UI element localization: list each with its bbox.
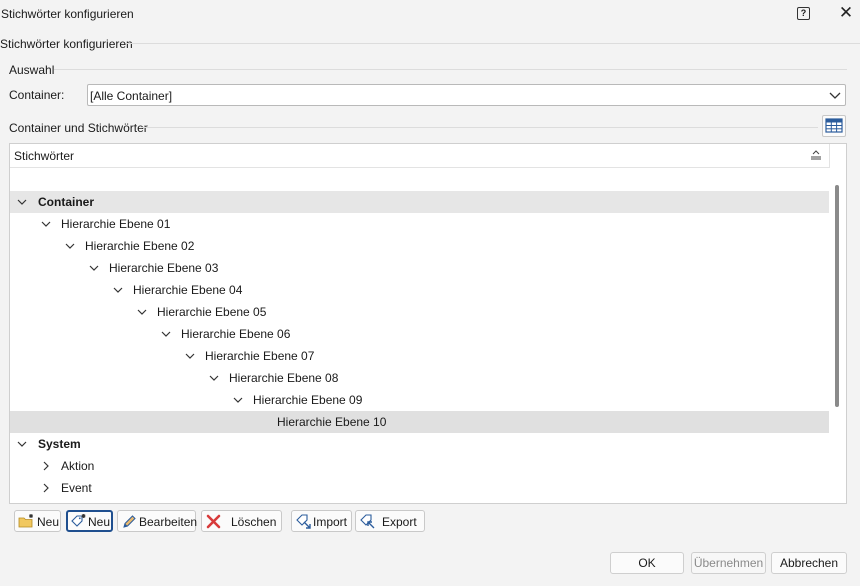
new-folder-icon — [18, 514, 33, 528]
export-label: Export — [382, 515, 417, 529]
export-button[interactable]: Export — [355, 510, 425, 532]
tree-item-label: Hierarchie Ebene 03 — [109, 261, 219, 275]
chevron-down-icon[interactable] — [183, 349, 197, 363]
tree-item[interactable]: Aktion — [10, 455, 829, 477]
new-tag-icon — [71, 514, 86, 527]
column-chooser-button[interactable] — [822, 115, 846, 137]
export-tag-icon — [360, 514, 375, 529]
tree-header-label: Stichwörter — [14, 149, 75, 163]
tree-group-system[interactable]: System — [10, 433, 829, 455]
tree-item-label: Hierarchie Ebene 07 — [205, 349, 315, 363]
tree-item[interactable]: Hierarchie Ebene 01 — [10, 213, 829, 235]
chevron-down-icon[interactable] — [159, 327, 173, 341]
delete-label: Löschen — [231, 515, 277, 529]
window-title: Stichwörter konfigurieren — [1, 7, 134, 21]
container-select[interactable]: [Alle Container] — [87, 84, 846, 106]
new-container-button[interactable]: Neu — [14, 510, 61, 532]
apply-button[interactable]: Übernehmen — [691, 552, 766, 574]
auswahl-label: Auswahl — [9, 63, 55, 77]
tree-item-label: Hierarchie Ebene 05 — [157, 305, 267, 319]
pencil-icon — [123, 515, 136, 528]
tree-item[interactable]: Hierarchie Ebene 08 — [10, 367, 829, 389]
import-tag-icon — [296, 514, 311, 529]
chevron-down-icon[interactable] — [111, 283, 125, 297]
tree-item-label: Hierarchie Ebene 10 — [277, 415, 387, 429]
sort-icon[interactable] — [810, 150, 822, 160]
tree-item-label: Hierarchie Ebene 02 — [85, 239, 195, 253]
tree-item[interactable]: Hierarchie Ebene 09 — [10, 389, 829, 411]
tree-item[interactable]: Hierarchie Ebene 07 — [10, 345, 829, 367]
tree-item-label: Hierarchie Ebene 04 — [133, 283, 243, 297]
tree-item-label: Hierarchie Ebene 08 — [229, 371, 339, 385]
close-icon[interactable]: ✕ — [836, 3, 856, 23]
tree-item-label: Event — [61, 481, 92, 495]
container-label: Container: — [9, 88, 65, 102]
chevron-down-icon[interactable] — [39, 217, 53, 231]
auswahl-rule — [54, 69, 847, 70]
ok-button[interactable]: OK — [610, 552, 684, 574]
edit-label: Bearbeiten — [139, 515, 198, 529]
table-grid-icon — [825, 118, 843, 133]
tree-group-label: Container — [38, 195, 95, 209]
chevron-right-icon[interactable] — [39, 481, 53, 495]
tree-item-label: Hierarchie Ebene 06 — [181, 327, 291, 341]
container-select-value: [Alle Container] — [90, 89, 173, 103]
cancel-button[interactable]: Abbrechen — [771, 552, 847, 574]
delete-button[interactable]: Löschen — [201, 510, 282, 532]
import-button[interactable]: Import — [291, 510, 352, 532]
tree-item[interactable]: Hierarchie Ebene 06 — [10, 323, 829, 345]
tree-item[interactable]: Hierarchie Ebene 04 — [10, 279, 829, 301]
chevron-down-icon — [829, 92, 841, 99]
import-label: Import — [313, 515, 348, 529]
keyword-tree[interactable]: Stichwörter Container Hierarchie Ebene 0… — [9, 143, 847, 504]
tree-item-label: Hierarchie Ebene 01 — [61, 217, 171, 231]
chevron-down-icon[interactable] — [135, 305, 149, 319]
chevron-right-icon[interactable] — [39, 459, 53, 473]
chevron-down-icon[interactable] — [15, 195, 29, 209]
group-title-rule — [126, 43, 860, 44]
tree-item-label: Hierarchie Ebene 09 — [253, 393, 363, 407]
tree-item-label: Aktion — [61, 459, 95, 473]
new-container-label: Neu — [37, 515, 60, 529]
tree-item[interactable]: Event — [10, 477, 829, 499]
tree-section-label: Container und Stichwörter — [9, 121, 148, 135]
chevron-down-icon[interactable] — [87, 261, 101, 275]
vertical-scrollbar-thumb[interactable] — [835, 185, 839, 407]
tree-section-rule — [142, 127, 818, 128]
tree-item-selected[interactable]: Hierarchie Ebene 10 — [10, 411, 829, 433]
tree-group-container[interactable]: Container — [10, 191, 829, 213]
chevron-down-icon[interactable] — [63, 239, 77, 253]
chevron-down-icon[interactable] — [231, 393, 245, 407]
group-title: Stichwörter konfigurieren — [0, 37, 133, 51]
tree-header[interactable]: Stichwörter — [10, 144, 829, 168]
title-bar: Stichwörter konfigurieren ? ✕ — [0, 0, 860, 30]
header-separator — [829, 144, 830, 168]
chevron-down-icon[interactable] — [207, 371, 221, 385]
tree-item[interactable]: Hierarchie Ebene 02 — [10, 235, 829, 257]
new-keyword-label: Neu — [88, 515, 111, 529]
chevron-down-icon[interactable] — [15, 437, 29, 451]
tree-item[interactable]: Hierarchie Ebene 05 — [10, 301, 829, 323]
tree-item[interactable]: Hierarchie Ebene 03 — [10, 257, 829, 279]
new-keyword-button[interactable]: Neu — [66, 510, 113, 532]
help-icon[interactable]: ? — [797, 7, 810, 20]
delete-x-icon — [206, 514, 221, 529]
tree-group-label: System — [38, 437, 81, 451]
edit-button[interactable]: Bearbeiten — [117, 510, 198, 532]
